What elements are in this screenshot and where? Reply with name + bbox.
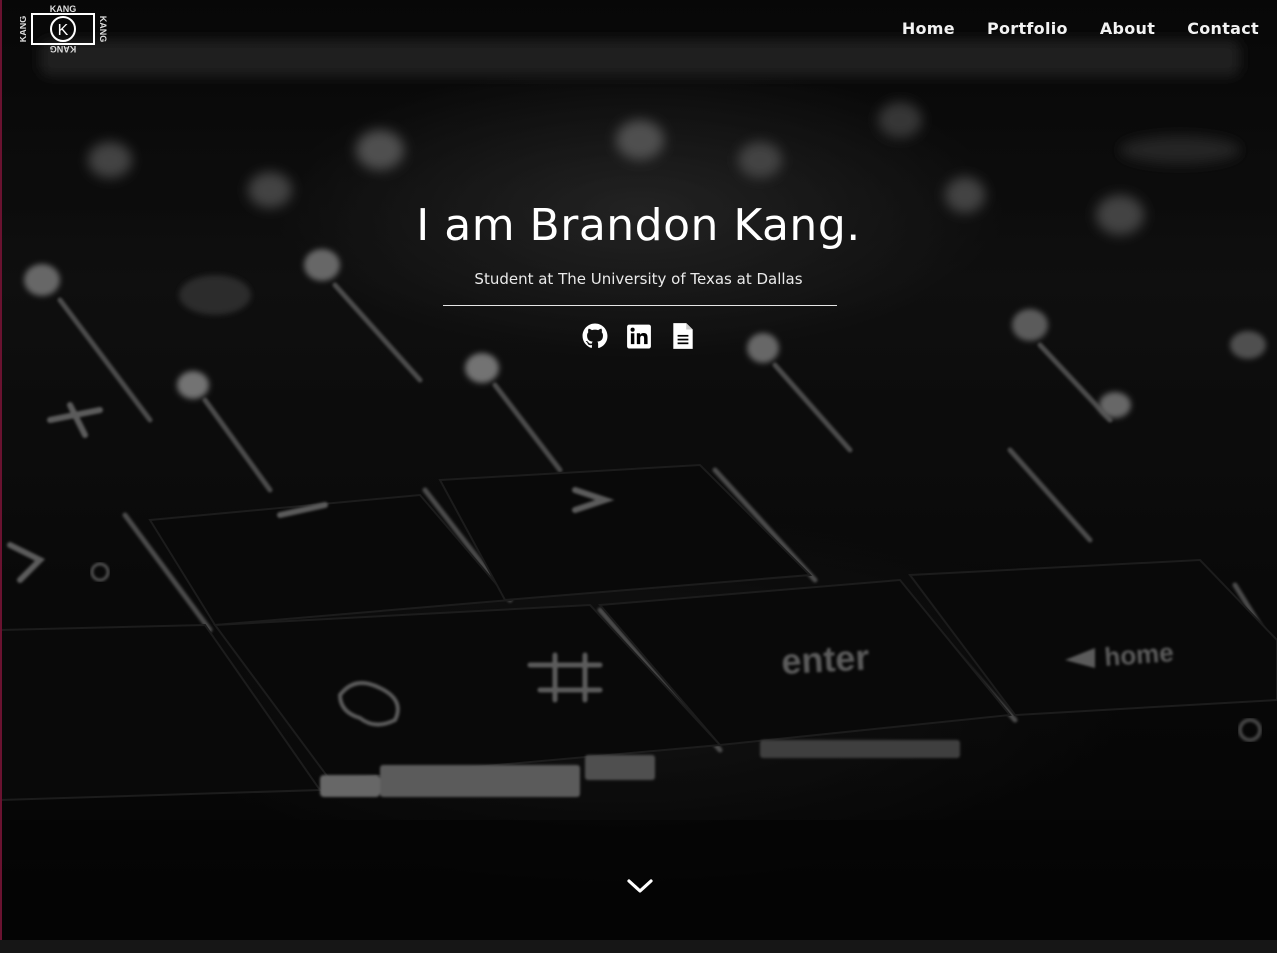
nav-contact-link[interactable]: Contact: [1171, 18, 1259, 40]
hero-title: I am Brandon Kang.: [416, 200, 861, 251]
logo-letter: K: [58, 22, 69, 39]
nav-about-link[interactable]: About: [1084, 18, 1171, 40]
left-accent-edge: [0, 0, 2, 940]
linkedin-link[interactable]: [626, 322, 652, 350]
social-links: [0, 322, 1277, 350]
nav-home-link[interactable]: Home: [886, 18, 971, 40]
bottom-strip: [0, 940, 1277, 953]
github-icon: [582, 323, 607, 349]
logo-text-left: KANG: [20, 16, 28, 43]
logo-text-bottom: KANG: [50, 44, 77, 53]
kang-logo-icon: K KANG KANG KANG KANG: [18, 4, 108, 54]
logo-text-right: KANG: [98, 16, 108, 43]
chevron-down-icon: [627, 879, 653, 893]
hero-divider: [443, 305, 837, 306]
logo-text-top: KANG: [50, 4, 77, 14]
main-nav: Home Portfolio About Contact: [886, 18, 1259, 40]
hero-section: enter home: [0, 0, 1277, 940]
keyboard-background-image: enter home: [0, 0, 1277, 940]
linkedin-icon: [626, 324, 651, 349]
github-link[interactable]: [582, 322, 608, 350]
scroll-down-button[interactable]: [624, 872, 656, 900]
hero-subtitle: Student at The University of Texas at Da…: [474, 270, 803, 288]
nav-portfolio-link[interactable]: Portfolio: [971, 18, 1084, 40]
site-logo[interactable]: K KANG KANG KANG KANG: [18, 3, 108, 54]
resume-link[interactable]: [670, 322, 696, 350]
document-icon: [672, 323, 693, 349]
